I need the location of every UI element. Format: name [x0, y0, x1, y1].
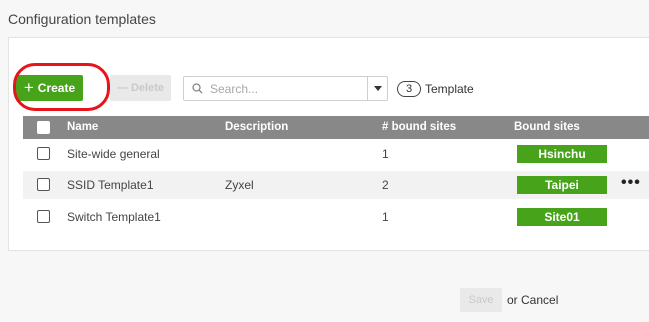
search-input[interactable] — [204, 81, 354, 96]
search-icon — [184, 83, 204, 94]
row-name[interactable]: SSID Template1 — [67, 178, 154, 192]
row-checkbox[interactable] — [37, 210, 50, 223]
template-count-badge: 3 — [397, 81, 421, 97]
column-header-bound-sites[interactable]: Bound sites — [514, 121, 580, 133]
row-name[interactable]: Site-wide general — [67, 147, 160, 161]
search-dropdown-toggle[interactable] — [367, 77, 387, 100]
bound-site-tag[interactable]: Taipei — [517, 176, 607, 194]
plus-icon: + — [23, 77, 34, 97]
table-row[interactable]: SSID Template1 Zyxel 2 Taipei ••• — [23, 171, 649, 199]
bound-site-tag[interactable]: Hsinchu — [517, 145, 607, 163]
row-bound-count: 2 — [382, 178, 389, 192]
create-button-label: Create — [37, 81, 76, 95]
template-count-label: Template — [425, 82, 474, 96]
bound-site-tag[interactable]: Site01 — [517, 208, 607, 226]
table-header: Name Description # bound sites Bound sit… — [23, 116, 649, 139]
create-button[interactable]: + Create — [16, 75, 83, 101]
page-title: Configuration templates — [8, 11, 156, 27]
row-description: Zyxel — [225, 178, 254, 192]
search-box[interactable] — [183, 76, 388, 101]
minus-icon: — — [116, 82, 128, 94]
select-all-checkbox[interactable] — [37, 121, 50, 134]
row-bound-count: 1 — [382, 210, 389, 224]
table-row[interactable]: Switch Template1 1 Site01 — [23, 203, 649, 231]
chevron-down-icon — [373, 86, 382, 91]
row-checkbox[interactable] — [37, 147, 50, 160]
row-name[interactable]: Switch Template1 — [67, 210, 161, 224]
cancel-link[interactable]: or Cancel — [507, 293, 558, 307]
row-checkbox[interactable] — [37, 178, 50, 191]
save-button[interactable]: Save — [460, 288, 502, 312]
more-options-icon[interactable]: ••• — [621, 174, 641, 192]
delete-button-label: Delete — [130, 82, 165, 94]
delete-button[interactable]: — Delete — [110, 75, 171, 101]
column-header-description[interactable]: Description — [225, 121, 288, 133]
row-bound-count: 1 — [382, 147, 389, 161]
column-header-name[interactable]: Name — [67, 121, 98, 133]
column-header-bound-count[interactable]: # bound sites — [382, 121, 456, 133]
table-row[interactable]: Site-wide general 1 Hsinchu — [23, 140, 649, 168]
